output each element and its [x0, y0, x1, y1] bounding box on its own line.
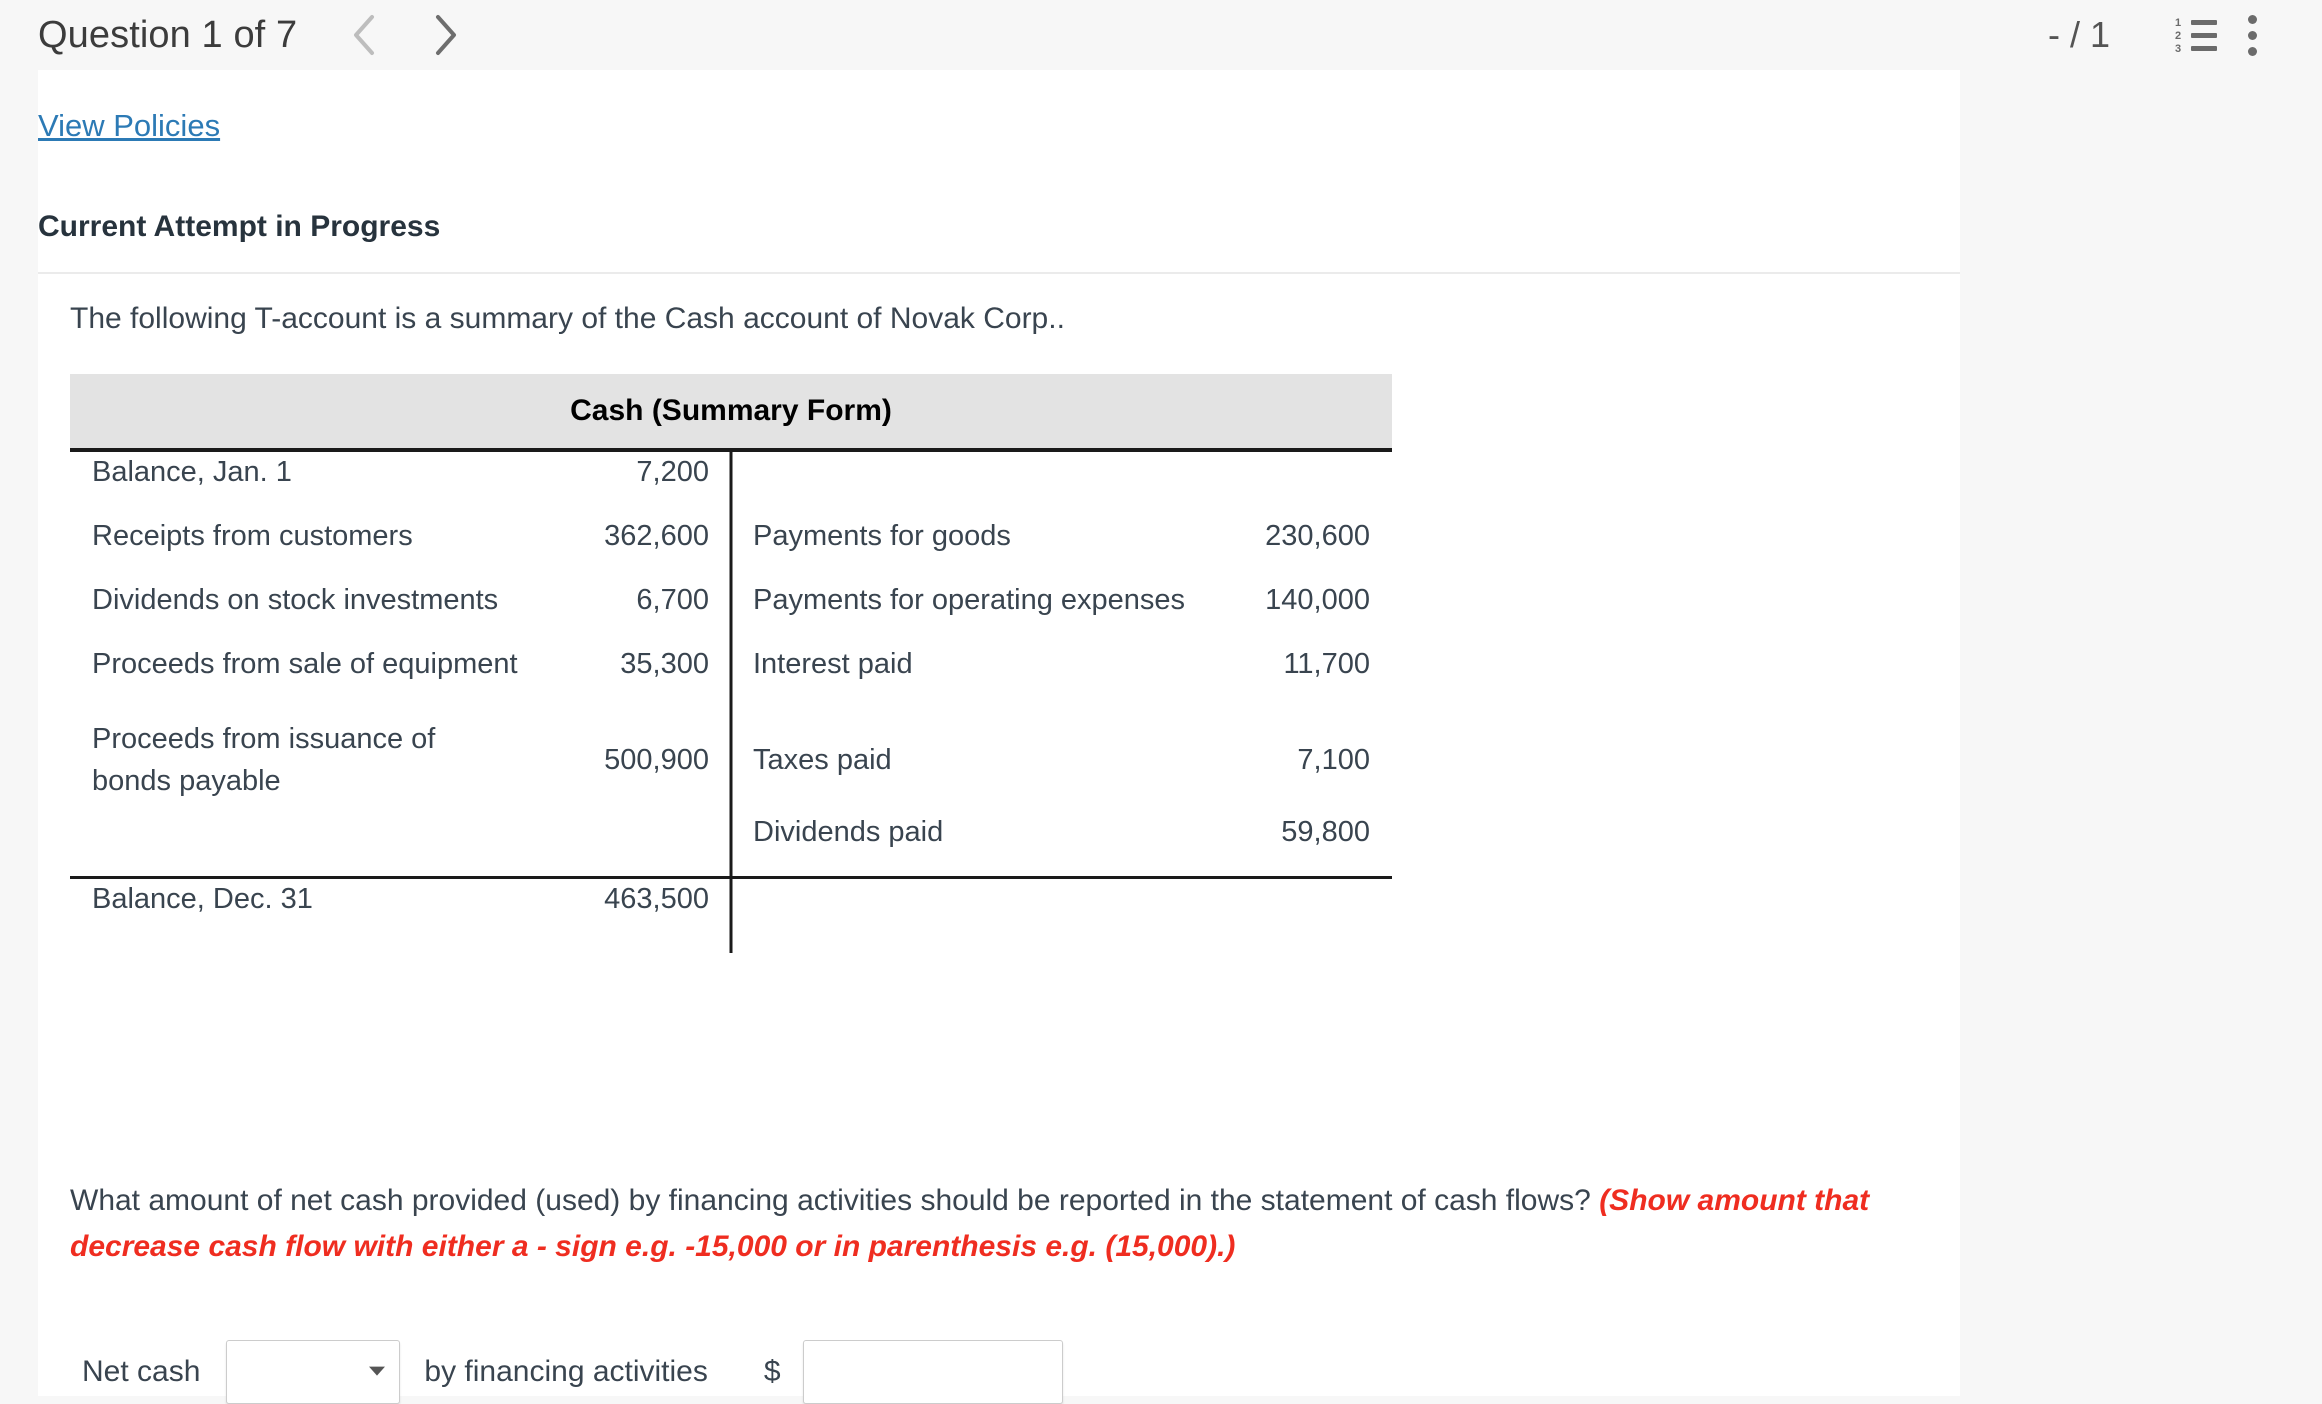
chevron-left-icon[interactable]	[337, 7, 393, 63]
list-number-1: 1	[2175, 17, 2182, 29]
numbered-list-icon[interactable]: 1 2 3	[2168, 7, 2224, 63]
table-row: Payments for operating expenses 140,000	[753, 580, 1370, 644]
credit-label: Payments for goods	[753, 520, 1011, 552]
debit-label: Proceeds from issuance of bonds payable	[92, 723, 436, 797]
credit-value: 7,100	[1297, 743, 1370, 776]
top-toolbar: Question 1 of 7 - / 1 1 2 3	[0, 0, 2322, 70]
debit-value: 362,600	[604, 520, 709, 552]
debit-value: 7,200	[636, 456, 709, 488]
list-bar-3	[2191, 46, 2217, 51]
t-account-debit-column: Balance, Jan. 1 7,200 Receipts from cust…	[70, 452, 731, 876]
table-row: Proceeds from sale of equipment 35,300	[92, 644, 709, 708]
t-account-center-divider	[729, 452, 733, 953]
net-cash-direction-dropdown[interactable]	[226, 1340, 401, 1404]
attempt-status-heading: Current Attempt in Progress	[38, 210, 441, 243]
balance-value: 463,500	[604, 883, 709, 915]
credit-label: Interest paid	[753, 648, 913, 680]
debit-value: 500,900	[604, 743, 709, 776]
chevron-down-icon	[369, 1366, 386, 1376]
credit-label: Taxes paid	[753, 744, 892, 776]
table-row-empty	[92, 812, 709, 876]
toolbar-right-controls: - / 1 1 2 3	[2048, 0, 2322, 70]
balance-label: Balance, Dec. 31	[92, 883, 313, 915]
table-row: Receipts from customers 362,600	[92, 516, 709, 580]
t-account-footer-row: Balance, Dec. 31 463,500	[70, 879, 1392, 953]
kebab-dot-3	[2247, 46, 2257, 56]
table-row: Interest paid 11,700	[753, 644, 1370, 708]
net-cash-amount-input[interactable]	[802, 1340, 1063, 1404]
view-policies-link[interactable]: View Policies	[38, 108, 220, 144]
kebab-dot-1	[2247, 14, 2257, 24]
t-account-footer-divider	[729, 879, 733, 953]
debit-value: 6,700	[636, 584, 709, 616]
section-divider	[38, 272, 1960, 274]
table-row: Payments for goods 230,600	[753, 516, 1370, 580]
debit-label: Balance, Jan. 1	[92, 456, 292, 488]
list-number-3: 3	[2175, 43, 2182, 55]
question-navigation	[337, 7, 473, 63]
t-account-table: Cash (Summary Form) Balance, Jan. 1 7,20…	[70, 374, 1392, 953]
question-page: Question 1 of 7 - / 1 1 2 3 View Policie…	[0, 0, 2322, 1404]
credit-value: 11,700	[1283, 648, 1370, 680]
question-prompt: What amount of net cash provided (used) …	[70, 1178, 1950, 1270]
credit-label: Payments for operating expenses	[753, 584, 1186, 616]
table-row: Dividends on stock investments 6,700	[92, 580, 709, 644]
score-display: - / 1	[2047, 14, 2110, 55]
t-account-footer-debit: Balance, Dec. 31 463,500	[70, 879, 731, 953]
kebab-menu-icon[interactable]	[2224, 7, 2280, 63]
table-row: Proceeds from issuance of bonds payable …	[92, 708, 709, 812]
financing-activities-label: by financing activities	[424, 1355, 708, 1388]
question-main-text: What amount of net cash provided (used) …	[70, 1184, 1600, 1217]
list-number-2: 2	[2175, 30, 2182, 42]
currency-symbol: $	[763, 1355, 781, 1388]
net-cash-label: Net cash	[82, 1355, 201, 1388]
debit-label: Dividends on stock investments	[92, 584, 499, 616]
credit-label: Dividends paid	[753, 816, 944, 848]
t-account-title: Cash (Summary Form)	[70, 374, 1392, 448]
t-account-body: Balance, Jan. 1 7,200 Receipts from cust…	[70, 448, 1392, 953]
kebab-dot-2	[2247, 30, 2257, 40]
question-card: View Policies Current Attempt in Progres…	[38, 70, 1960, 1404]
debit-value: 35,300	[620, 648, 709, 680]
credit-value: 59,800	[1281, 816, 1370, 848]
list-bar-1	[2191, 20, 2217, 25]
credit-value: 230,600	[1265, 520, 1370, 552]
chevron-right-icon[interactable]	[417, 7, 473, 63]
t-account-footer-credit	[731, 879, 1392, 953]
debit-label: Receipts from customers	[92, 520, 413, 552]
question-intro-text: The following T-account is a summary of …	[70, 302, 1065, 335]
page-title: Question 1 of 7	[38, 13, 298, 56]
table-row: Balance, Dec. 31 463,500	[92, 879, 709, 953]
table-row: Dividends paid 59,800	[753, 812, 1370, 876]
credit-value: 140,000	[1265, 584, 1370, 616]
table-row: Taxes paid 7,100	[753, 708, 1370, 812]
answer-input-row: Net cash by financing activities $	[82, 1340, 1063, 1404]
table-row: Balance, Jan. 1 7,200	[92, 452, 709, 516]
t-account-credit-column: Payments for goods 230,600 Payments for …	[731, 452, 1392, 876]
table-row-empty	[753, 452, 1370, 516]
debit-label: Proceeds from sale of equipment	[92, 648, 518, 680]
list-bar-2	[2191, 33, 2217, 38]
